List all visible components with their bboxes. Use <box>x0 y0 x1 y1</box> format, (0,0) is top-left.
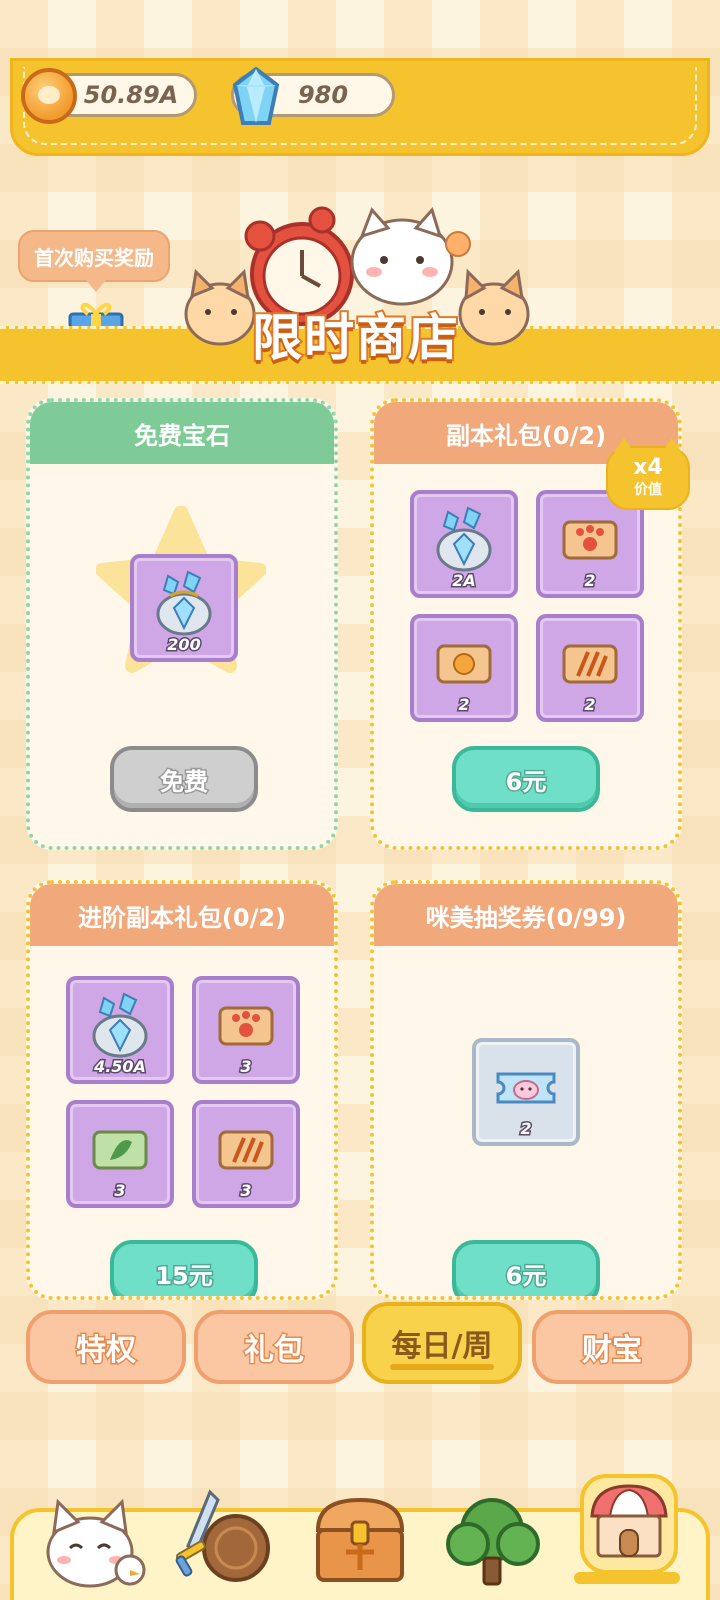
sword-shield-icon <box>175 1489 270 1582</box>
buy-dungeon-pack-button[interactable]: 6元 <box>452 746 600 812</box>
tab-treasure[interactable]: 财宝 <box>532 1310 692 1384</box>
paw-ticket-red-icon <box>562 520 618 560</box>
paw-ticket-red-icon <box>218 1006 274 1046</box>
cat-home-icon <box>46 1498 146 1588</box>
reward-item[interactable]: 2 <box>536 614 644 722</box>
coin-icon <box>21 68 77 124</box>
tab-label: 每日/周 <box>391 1329 493 1364</box>
item-quantity: 3 <box>239 1180 253 1202</box>
tree-icon <box>446 1498 540 1586</box>
value-badge: x4 价值 <box>606 438 690 510</box>
button-label: 免费 <box>159 766 210 797</box>
item-quantity: 2 <box>519 1118 533 1140</box>
tab-label: 特权 <box>75 1332 138 1370</box>
card-title: 进阶副本礼包(0/2) <box>30 884 334 946</box>
reward-item[interactable]: 2 <box>410 614 518 722</box>
lottery-ticket-card: 咪美抽奖券(0/99) 2 6元 <box>370 880 682 1300</box>
card-title: 免费宝石 <box>30 402 334 464</box>
item-quantity: 3 <box>239 1056 253 1078</box>
item-quantity: 4.50A <box>93 1056 148 1078</box>
nav-garden[interactable] <box>438 1486 548 1592</box>
gem-icon <box>232 67 280 125</box>
free-claim-button[interactable]: 免费 <box>110 746 258 812</box>
gem-bag-icon <box>156 570 212 636</box>
item-quantity: 3 <box>113 1180 127 1202</box>
item-quantity: 2 <box>457 694 471 716</box>
tab-label: 礼包 <box>243 1332 306 1370</box>
buy-advanced-pack-button[interactable]: 15元 <box>110 1240 258 1296</box>
first-purchase-label: 首次购买奖励 <box>34 245 154 270</box>
gem-amount: 980 <box>297 81 349 109</box>
price-label: 6元 <box>504 1260 548 1291</box>
currency-bar: 50.89A 980 <box>10 58 710 156</box>
reward-item[interactable]: 2A <box>410 490 518 598</box>
nav-home[interactable] <box>40 1486 150 1592</box>
advanced-dungeon-pack-card: 进阶副本礼包(0/2) 4.50A 3 3 3 15元 <box>26 880 338 1300</box>
reward-item[interactable]: 200 <box>130 554 238 662</box>
nav-battle[interactable] <box>170 1486 280 1592</box>
nav-active-indicator <box>574 1572 680 1584</box>
reward-item[interactable]: 2 <box>472 1038 580 1146</box>
leaf-ticket-green-icon <box>92 1130 148 1170</box>
tab-privilege[interactable]: 特权 <box>26 1310 186 1384</box>
price-label: 15元 <box>154 1260 214 1291</box>
shop-icon <box>580 1474 678 1574</box>
coin-ticket-icon <box>436 644 492 684</box>
cat-lottery-ticket-icon <box>496 1072 556 1104</box>
item-quantity: 2A <box>451 570 478 592</box>
reward-item[interactable]: 3 <box>66 1100 174 1208</box>
tab-daily-weekly[interactable]: 每日/周 <box>362 1302 522 1384</box>
first-purchase-reward-tag[interactable]: 首次购买奖励 <box>18 230 170 292</box>
tab-gift-pack[interactable]: 礼包 <box>194 1310 354 1384</box>
price-label: 6元 <box>504 766 548 797</box>
reward-item[interactable]: 4.50A <box>66 976 174 1084</box>
item-quantity: 2 <box>583 694 597 716</box>
reward-item[interactable]: 3 <box>192 976 300 1084</box>
value-multiplier: x4 <box>633 455 663 480</box>
tab-label: 财宝 <box>581 1332 644 1370</box>
buy-lottery-ticket-button[interactable]: 6元 <box>452 1240 600 1296</box>
item-quantity: 200 <box>166 634 202 656</box>
coin-amount: 50.89A <box>83 81 179 109</box>
free-gems-card: 免费宝石 200 免费 <box>26 398 338 850</box>
gem-bag-icon <box>92 992 148 1058</box>
gem-bag-icon <box>436 506 492 572</box>
shop-title: 限时商店 <box>250 307 460 369</box>
nav-treasure[interactable] <box>306 1486 416 1592</box>
stripe-ticket-icon <box>218 1130 274 1170</box>
card-title: 咪美抽奖券(0/99) <box>374 884 678 946</box>
item-quantity: 2 <box>583 570 597 592</box>
reward-item[interactable]: 3 <box>192 1100 300 1208</box>
stripe-ticket-icon <box>562 644 618 684</box>
nav-shop[interactable] <box>574 1472 684 1578</box>
value-label: 价值 <box>634 482 662 498</box>
treasure-chest-icon <box>315 1497 405 1582</box>
